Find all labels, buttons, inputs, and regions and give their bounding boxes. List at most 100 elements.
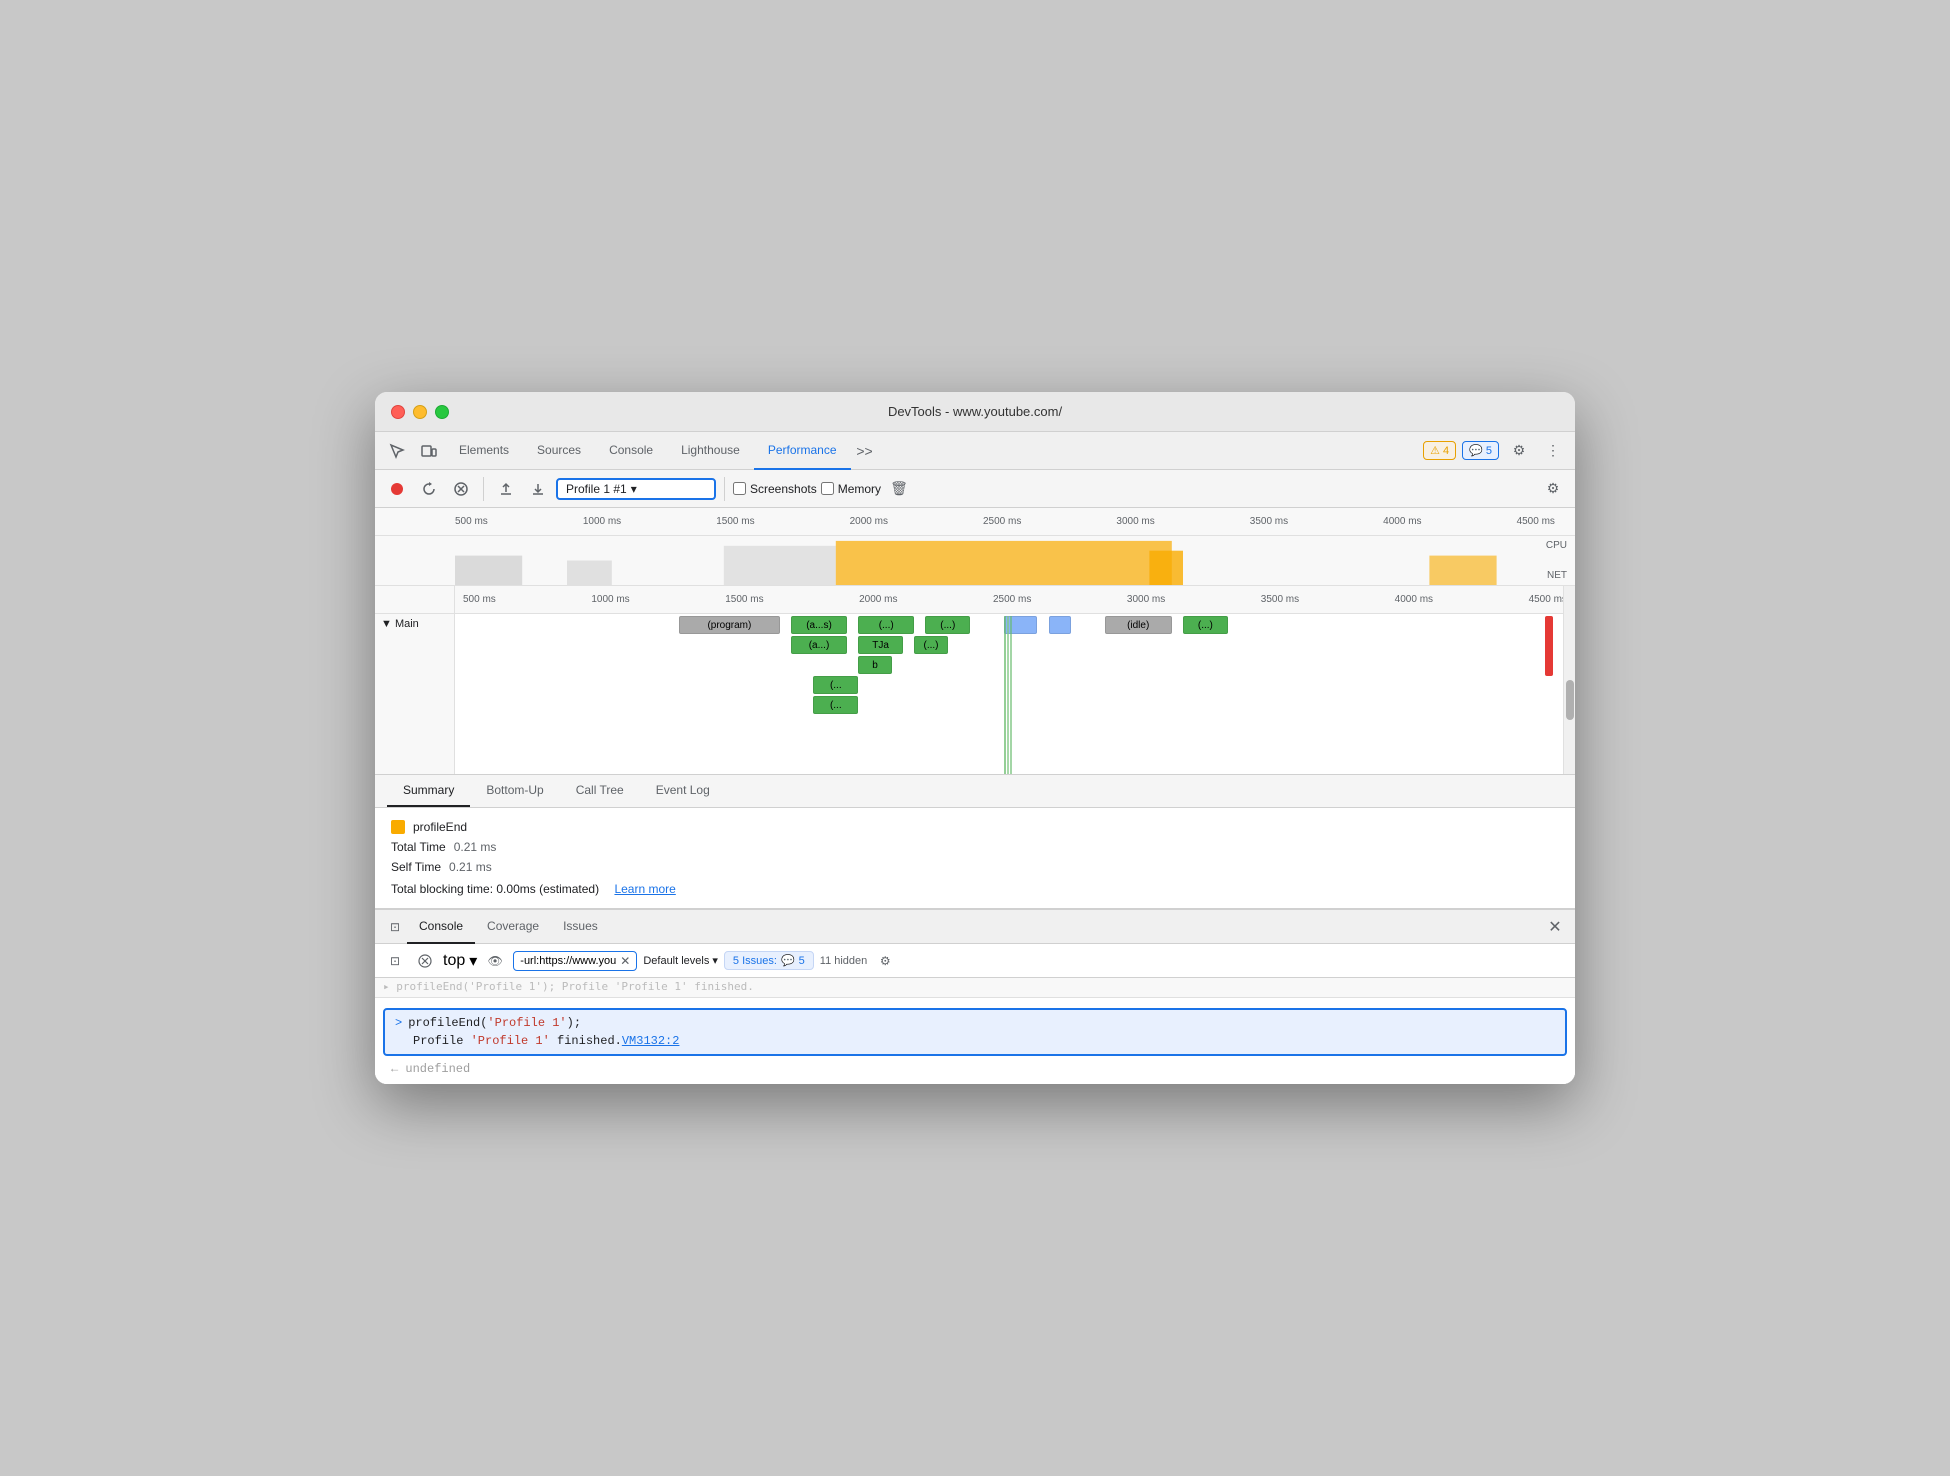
total-time-row: Total Time 0.21 ms xyxy=(391,840,1559,854)
drawer-close-button[interactable]: ✕ xyxy=(1543,915,1567,939)
download-button[interactable] xyxy=(524,475,552,503)
filter-clear-icon[interactable]: ✕ xyxy=(620,954,630,968)
traffic-lights xyxy=(391,405,449,419)
flame-chart[interactable]: (program) (a...s) (...) (...) (idle) (..… xyxy=(455,614,1575,774)
flame-block-dots3[interactable]: (...) xyxy=(1183,616,1228,634)
memory-toggle[interactable]: Memory xyxy=(821,482,881,496)
flame-block-idle[interactable]: (idle) xyxy=(1105,616,1172,634)
issues-badge[interactable]: 5 Issues: 💬 5 xyxy=(724,951,814,970)
main-tabs: Elements Sources Console Lighthouse Perf… xyxy=(445,432,1421,470)
cpu-label: CPU xyxy=(1546,540,1567,551)
console-filter-input[interactable]: -url:https://www.you ✕ xyxy=(513,951,637,971)
console-text-1: profileEnd('Profile 1'); xyxy=(408,1016,581,1030)
console-sidebar-icon[interactable]: ⊡ xyxy=(383,949,407,973)
settings-icon[interactable]: ⚙ xyxy=(1505,437,1533,465)
maximize-button[interactable] xyxy=(435,405,449,419)
performance-settings-icon[interactable]: ⚙ xyxy=(1539,475,1567,503)
drawer-tab-coverage[interactable]: Coverage xyxy=(475,910,551,944)
memory-label: Memory xyxy=(838,482,881,496)
screenshots-toggle[interactable]: Screenshots xyxy=(733,482,817,496)
timeline-left-labels: ▼ Main xyxy=(375,586,455,774)
window-title: DevTools - www.youtube.com/ xyxy=(888,404,1062,419)
flame-block-as[interactable]: (a...s) xyxy=(791,616,847,634)
device-toolbar-icon[interactable] xyxy=(415,437,443,465)
console-line-2: Profile 'Profile 1' finished. VM3132:2 xyxy=(395,1034,679,1048)
vm-link[interactable]: VM3132:2 xyxy=(622,1034,680,1048)
summary-content: profileEnd Total Time 0.21 ms Self Time … xyxy=(375,808,1575,909)
info-count: 5 xyxy=(1486,445,1492,457)
console-toolbar: ⊡ top ▾ 👁 -url:https://www.you ✕ Default… xyxy=(375,944,1575,978)
cpu-net-chart[interactable]: CPU NET xyxy=(375,536,1575,586)
info-badge[interactable]: 💬 5 xyxy=(1462,441,1499,460)
flame-block-dots4[interactable]: (...) xyxy=(914,636,948,654)
console-drawer: ⊡ Console Coverage Issues ✕ ⊡ xyxy=(375,909,1575,1084)
flame-block-dots2[interactable]: (...) xyxy=(925,616,970,634)
console-line-1: > profileEnd('Profile 1'); xyxy=(395,1016,679,1030)
drawer-sidebar-icon[interactable]: ⊡ xyxy=(383,915,407,939)
scrollbar-thumb[interactable] xyxy=(1566,680,1574,720)
profile-end-icon xyxy=(391,820,405,834)
flame-block-program[interactable]: (program) xyxy=(679,616,780,634)
profile-selector[interactable]: Profile 1 #1 ▾ xyxy=(556,478,716,500)
issues-count: 5 xyxy=(799,955,805,967)
tab-bottom-up[interactable]: Bottom-Up xyxy=(470,775,559,807)
more-tabs-icon[interactable]: >> xyxy=(851,437,879,465)
console-highlighted-block: > profileEnd('Profile 1'); Profile 'Prof… xyxy=(383,1008,1567,1056)
upload-button[interactable] xyxy=(492,475,520,503)
tab-summary[interactable]: Summary xyxy=(387,775,470,807)
drawer-tab-console[interactable]: Console xyxy=(407,910,475,944)
console-clear-icon[interactable] xyxy=(413,949,437,973)
devtools-window: DevTools - www.youtube.com/ Elements Sou… xyxy=(375,392,1575,1084)
timeline-right[interactable]: 500 ms1000 ms1500 ms2000 ms2500 ms3000 m… xyxy=(455,586,1575,774)
flame-block-b[interactable]: b xyxy=(858,656,892,674)
levels-arrow-icon: ▾ xyxy=(712,954,718,967)
more-options-icon[interactable]: ⋮ xyxy=(1539,437,1567,465)
performance-toolbar: Profile 1 #1 ▾ Screenshots Memory 🗑 ⚙ xyxy=(375,470,1575,508)
learn-more-link[interactable]: Learn more xyxy=(614,882,675,896)
clear-button[interactable] xyxy=(447,475,475,503)
record-button[interactable] xyxy=(383,475,411,503)
flame-block-dots1[interactable]: (...) xyxy=(858,616,914,634)
vertical-scrollbar[interactable] xyxy=(1563,586,1575,774)
delete-button[interactable]: 🗑 xyxy=(885,475,913,503)
flame-block-tja[interactable]: TJa xyxy=(858,636,903,654)
screenshots-label: Screenshots xyxy=(750,482,817,496)
info-icon: 💬 xyxy=(1469,444,1483,457)
log-levels-selector[interactable]: Default levels ▾ xyxy=(643,954,718,967)
tbt-row: Total blocking time: 0.00ms (estimated) … xyxy=(391,882,1559,896)
warning-badge[interactable]: ⚠ 4 xyxy=(1423,441,1456,460)
flame-block-dots6[interactable]: (... xyxy=(813,696,858,714)
tab-lighthouse[interactable]: Lighthouse xyxy=(667,432,754,470)
tab-call-tree[interactable]: Call Tree xyxy=(560,775,640,807)
drawer-tab-issues[interactable]: Issues xyxy=(551,910,610,944)
tab-bar: Elements Sources Console Lighthouse Perf… xyxy=(375,432,1575,470)
eye-filter-icon[interactable]: 👁 xyxy=(483,949,507,973)
console-settings-icon[interactable]: ⚙ xyxy=(873,949,897,973)
toolbar-right: ⚙ xyxy=(1539,475,1567,503)
flame-block-dots5[interactable]: (... xyxy=(813,676,858,694)
console-arrow-icon: > xyxy=(395,1016,402,1030)
tab-performance[interactable]: Performance xyxy=(754,432,851,470)
tab-event-log[interactable]: Event Log xyxy=(640,775,726,807)
memory-checkbox[interactable] xyxy=(821,482,834,495)
warning-count: 4 xyxy=(1443,445,1449,457)
reload-button[interactable] xyxy=(415,475,443,503)
toolbar-divider-2 xyxy=(724,477,725,501)
main-thread-label: ▼ Main xyxy=(375,614,454,634)
timeline-ruler-2: 500 ms1000 ms1500 ms2000 ms2500 ms3000 m… xyxy=(455,586,1575,614)
ruler-ticks-top: 500 ms 1000 ms 1500 ms 2000 ms 2500 ms 3… xyxy=(455,516,1575,527)
console-prev-line: ▸ profileEnd('Profile 1'); Profile 'Prof… xyxy=(375,978,1575,998)
summary-title: profileEnd xyxy=(413,820,467,834)
minimize-button[interactable] xyxy=(413,405,427,419)
title-bar: DevTools - www.youtube.com/ xyxy=(375,392,1575,432)
tab-elements[interactable]: Elements xyxy=(445,432,523,470)
flame-block-a2[interactable]: (a...) xyxy=(791,636,847,654)
tab-sources[interactable]: Sources xyxy=(523,432,595,470)
prev-line-text: ▸ profileEnd('Profile 1'); Profile 'Prof… xyxy=(383,980,754,993)
screenshots-checkbox[interactable] xyxy=(733,482,746,495)
close-button[interactable] xyxy=(391,405,405,419)
inspect-element-icon[interactable] xyxy=(383,437,411,465)
tab-console[interactable]: Console xyxy=(595,432,667,470)
context-selector[interactable]: top ▾ xyxy=(443,951,477,971)
hidden-count-label: 11 hidden xyxy=(820,955,868,967)
